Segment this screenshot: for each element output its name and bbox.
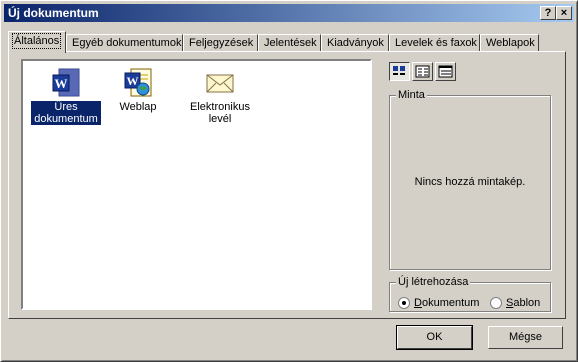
tab-jelentesek[interactable]: Jelentések (258, 34, 321, 52)
radio-dokumentum-label: Dokumentum (414, 297, 480, 309)
large-icons-view-button[interactable] (389, 62, 410, 81)
svg-text:W: W (127, 74, 139, 88)
template-weblap[interactable]: W Weblap (103, 67, 173, 113)
close-button[interactable]: × (556, 6, 572, 20)
tab-weblapok[interactable]: Weblapok (480, 34, 539, 52)
tab-kiadvanyok[interactable]: Kiadványok (321, 34, 389, 52)
ok-button[interactable]: OK (396, 325, 473, 350)
preview-group: Minta Nincs hozzá mintakép. (389, 89, 551, 270)
create-new-group: Új létrehozása Dokumentum Sablon (389, 276, 551, 312)
list-view-button[interactable] (412, 62, 433, 81)
radio-sablon-dot[interactable] (490, 297, 502, 309)
word-webpage-icon: W (122, 67, 154, 99)
svg-text:W: W (55, 76, 68, 91)
radio-dokumentum[interactable]: Dokumentum (398, 297, 479, 309)
large-icons-view-icon (393, 66, 405, 75)
list-view-icon (415, 65, 430, 78)
preview-text: Nincs hozzá mintakép. (414, 176, 526, 188)
tab-levelek-es-faxok[interactable]: Levelek és faxok (389, 34, 480, 52)
window-title: Új dokumentum (8, 6, 99, 20)
tab-altalanos[interactable]: Általános (8, 31, 66, 53)
cancel-button[interactable]: Mégse (488, 326, 563, 349)
create-new-group-label: Új létrehozása (396, 276, 471, 288)
template-elektronikus-level[interactable]: Elektronikus levél (185, 67, 255, 125)
help-button[interactable]: ? (540, 6, 556, 20)
details-view-button[interactable] (435, 62, 456, 81)
radio-sablon-label: Sablon (506, 297, 541, 309)
radio-sablon[interactable]: Sablon (490, 297, 540, 309)
preview-group-label: Minta (396, 89, 427, 101)
title-bar[interactable]: Új dokumentum ? × (4, 4, 574, 22)
template-list[interactable]: W Üres dokumentum W Weblap Elektronikus … (21, 59, 372, 310)
email-envelope-icon (204, 67, 236, 99)
tab-egyeb-dokumentumok[interactable]: Egyéb dokumentumok (66, 34, 183, 52)
tab-feljegyzesek[interactable]: Feljegyzések (183, 34, 258, 52)
details-view-icon (438, 65, 453, 78)
template-ures-dokumentum[interactable]: W Üres dokumentum (30, 67, 102, 126)
radio-dokumentum-dot[interactable] (398, 297, 410, 309)
word-document-icon: W (50, 67, 82, 99)
